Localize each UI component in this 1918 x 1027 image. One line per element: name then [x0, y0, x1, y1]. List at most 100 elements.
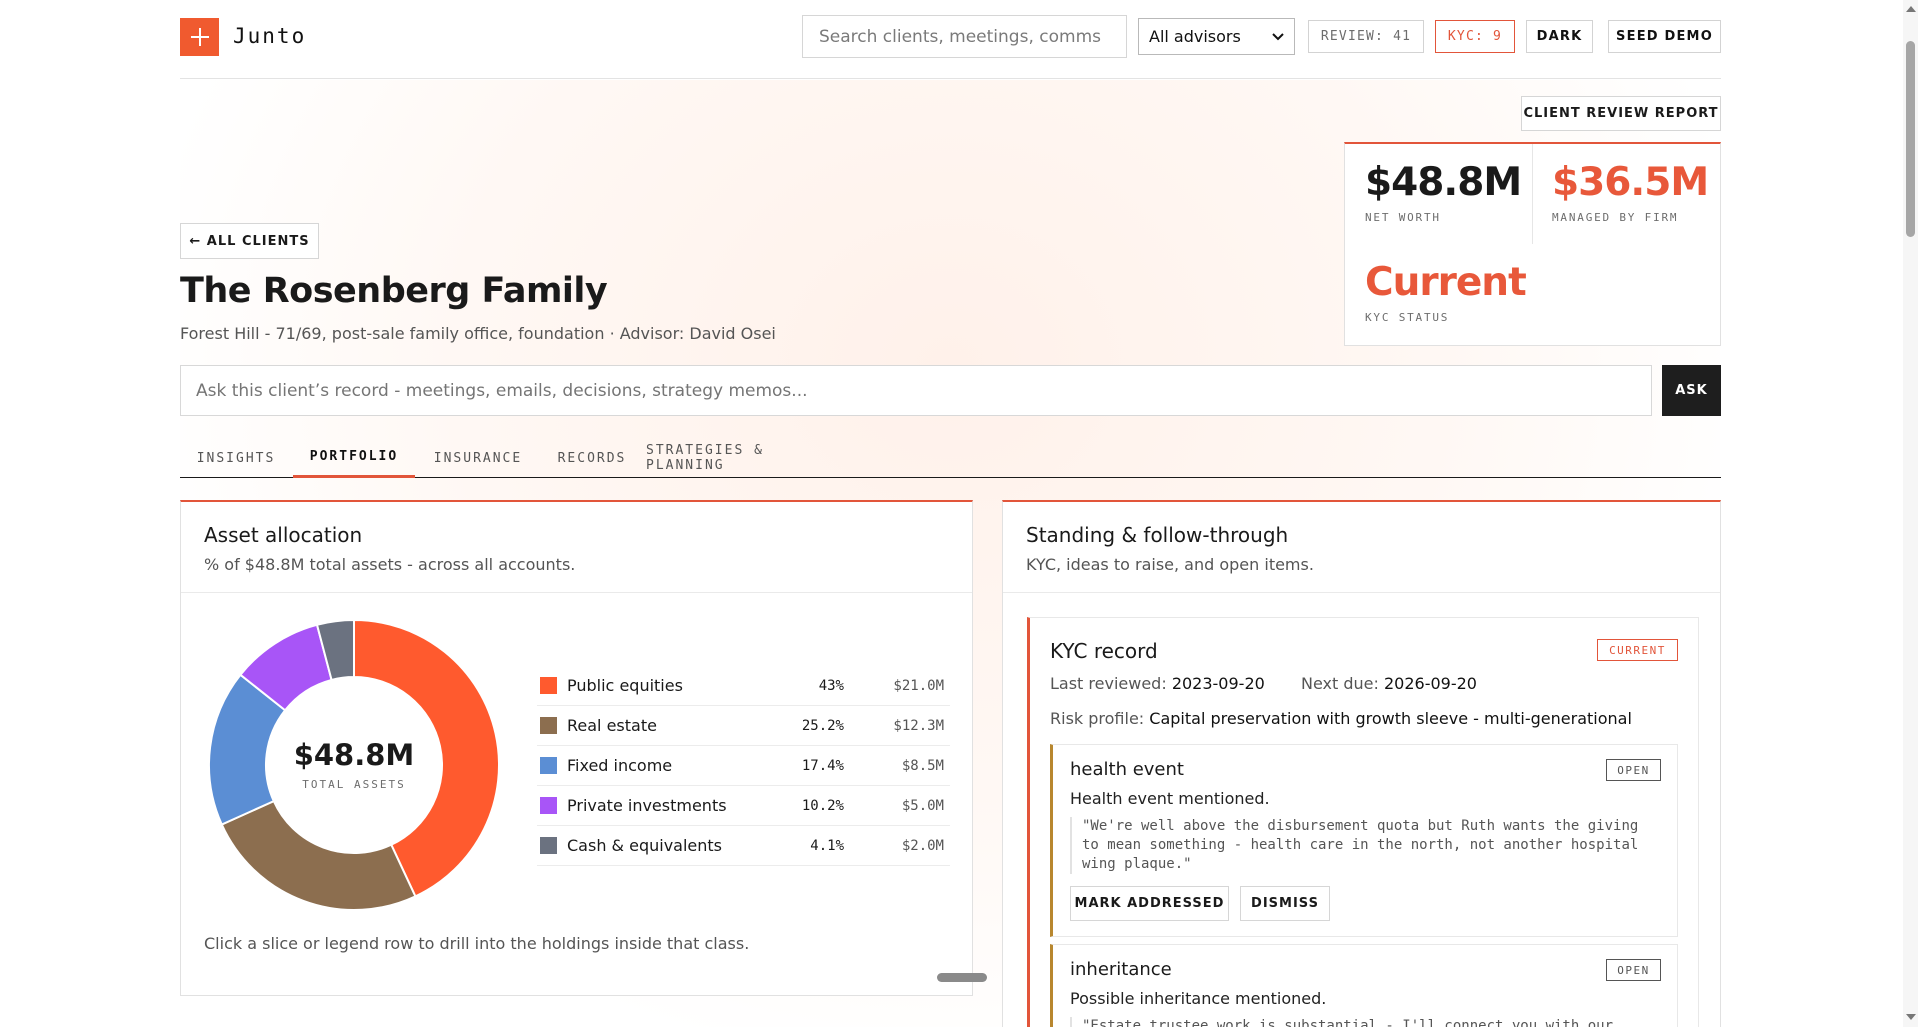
tab-records[interactable]: RECORDS [540, 438, 644, 478]
legend-percent: 25.2% [801, 717, 844, 734]
legend-row[interactable]: Private investments 10.2% $5.0M [537, 786, 950, 826]
allocation-donut-chart: $48.8M TOTAL ASSETS [208, 618, 500, 911]
stats-divider [1532, 144, 1533, 244]
issue-card: health event OPEN Health event mentioned… [1050, 744, 1678, 937]
legend-value: $8.5M [901, 757, 944, 774]
standing-subtitle: KYC, ideas to raise, and open items. [1026, 555, 1314, 574]
ask-record-input[interactable] [180, 365, 1652, 416]
advisor-select-value: All advisors [1149, 27, 1241, 46]
issue-title: inheritance [1070, 959, 1172, 980]
issue-status-badge: OPEN [1606, 759, 1661, 781]
legend-value: $5.0M [901, 797, 944, 814]
legend-swatch [540, 677, 557, 694]
dismiss-button[interactable]: DISMISS [1240, 886, 1330, 921]
chevron-down-icon [1272, 32, 1284, 40]
kyc-dates: Last reviewed: 2023-09-20 Next due: 2026… [1050, 674, 1477, 693]
donut-hint: Click a slice or legend row to drill int… [204, 934, 750, 953]
issue-quote: "We're well above the disbursement quota… [1070, 817, 1660, 874]
legend-row[interactable]: Real estate 25.2% $12.3M [537, 706, 950, 746]
issue-description: Health event mentioned. [1070, 789, 1270, 808]
legend-percent: 17.4% [801, 757, 844, 774]
managed-value: $36.5M [1552, 160, 1709, 205]
logo-icon[interactable] [180, 18, 219, 56]
legend-value: $12.3M [893, 717, 944, 734]
legend-name: Cash & equivalents [567, 836, 722, 855]
legend-row[interactable]: Public equities 43% $21.0M [537, 666, 950, 706]
issue-description: Possible inheritance mentioned. [1070, 989, 1327, 1008]
donut-center-value: $48.8M [293, 738, 415, 772]
legend-name: Real estate [567, 716, 657, 735]
page: Junto All advisors REVIEW: 41 KYC: 9 DAR… [180, 0, 1721, 1027]
standing-title: Standing & follow-through [1026, 523, 1289, 547]
issue-title: health event [1070, 759, 1184, 780]
managed-stat: $36.5M MANAGED BY FIRM [1552, 160, 1709, 224]
issue-card: inheritance OPEN Possible inheritance me… [1050, 944, 1678, 1027]
next-due-label: Next due: [1300, 674, 1379, 693]
asset-allocation-header: Asset allocation % of $48.8M total asset… [181, 502, 972, 593]
vertical-scrollbar[interactable] [1903, 0, 1918, 1027]
page-subtitle: Forest Hill - 71/69, post-sale family of… [180, 324, 776, 343]
asset-allocation-card: Asset allocation % of $48.8M total asset… [180, 500, 987, 996]
tab-strategies-planning[interactable]: STRATEGIES & PLANNING [646, 438, 852, 478]
ask-button[interactable]: ASK [1662, 365, 1721, 416]
all-clients-button[interactable]: ← ALL CLIENTS [180, 223, 319, 259]
scroll-down-icon[interactable] [1906, 1014, 1916, 1020]
tab-insights[interactable]: INSIGHTS [180, 438, 292, 478]
last-reviewed-label: Last reviewed: [1050, 674, 1167, 693]
managed-label: MANAGED BY FIRM [1552, 211, 1679, 224]
scrollbar-thumb[interactable] [1906, 41, 1915, 237]
kyc-record-card: KYC record CURRENT Last reviewed: 2023-0… [1027, 617, 1699, 1027]
net-worth-stat: $48.8M NET WORTH [1365, 160, 1522, 224]
review-count-button[interactable]: REVIEW: 41 [1308, 20, 1424, 53]
legend-row[interactable]: Cash & equivalents 4.1% $2.0M [537, 826, 950, 866]
advisor-select[interactable]: All advisors [1138, 18, 1295, 55]
next-due-value: 2026-09-20 [1383, 674, 1477, 693]
top-bar: Junto All advisors REVIEW: 41 KYC: 9 DAR… [180, 0, 1721, 79]
horizontal-scroll-handle[interactable] [937, 973, 987, 982]
legend-name: Public equities [567, 676, 683, 695]
logo-text: Junto [233, 24, 307, 48]
net-worth-label: NET WORTH [1365, 211, 1441, 224]
dark-mode-button[interactable]: DARK [1526, 20, 1593, 53]
legend-name: Private investments [567, 796, 727, 815]
kyc-record-title: KYC record [1050, 639, 1158, 663]
legend-percent: 4.1% [810, 837, 844, 854]
standing-header: Standing & follow-through KYC, ideas to … [1003, 502, 1720, 593]
search-input[interactable] [802, 15, 1127, 58]
legend-value: $21.0M [893, 677, 944, 694]
legend-swatch [540, 797, 557, 814]
kyc-status-stat: Current KYC STATUS [1365, 260, 1527, 324]
tab-insurance[interactable]: INSURANCE [418, 438, 538, 478]
stats-panel: $48.8M NET WORTH $36.5M MANAGED BY FIRM … [1344, 142, 1721, 346]
net-worth-value: $48.8M [1365, 160, 1522, 205]
legend-value: $2.0M [901, 837, 944, 854]
asset-allocation-subtitle: % of $48.8M total assets - across all ac… [204, 555, 576, 574]
client-review-report-button[interactable]: CLIENT REVIEW REPORT [1521, 96, 1721, 131]
donut-slice[interactable] [220, 799, 417, 911]
kyc-count-button[interactable]: KYC: 9 [1435, 20, 1515, 53]
page-title: The Rosenberg Family [180, 271, 608, 311]
tab-portfolio[interactable]: PORTFOLIO [293, 438, 415, 478]
risk-profile-label: Risk profile: [1050, 709, 1145, 728]
asset-allocation-title: Asset allocation [204, 523, 363, 547]
kyc-status-label: KYC STATUS [1365, 311, 1450, 324]
seed-demo-button[interactable]: SEED DEMO [1608, 20, 1721, 53]
legend-percent: 10.2% [801, 797, 844, 814]
kyc-status-badge: CURRENT [1597, 639, 1678, 661]
scroll-up-icon[interactable] [1906, 6, 1916, 12]
kyc-risk: Risk profile: Capital preservation with … [1050, 709, 1632, 728]
legend-swatch [540, 757, 557, 774]
allocation-legend: Public equities 43% $21.0M Real estate 25.2%… [537, 666, 950, 866]
tab-bar: INSIGHTS PORTFOLIO INSURANCE RECORDS STR… [180, 438, 1721, 478]
kyc-status-value: Current [1365, 260, 1527, 305]
legend-swatch [540, 837, 557, 854]
risk-profile-value: Capital preservation with growth sleeve … [1149, 709, 1632, 728]
issue-status-badge: OPEN [1606, 959, 1661, 981]
legend-name: Fixed income [567, 756, 673, 775]
legend-percent: 43% [818, 677, 844, 694]
legend-swatch [540, 717, 557, 734]
legend-row[interactable]: Fixed income 17.4% $8.5M [537, 746, 950, 786]
donut-center-label: TOTAL ASSETS [302, 778, 406, 791]
last-reviewed-value: 2023-09-20 [1171, 674, 1265, 693]
mark-addressed-button[interactable]: MARK ADDRESSED [1070, 886, 1229, 921]
